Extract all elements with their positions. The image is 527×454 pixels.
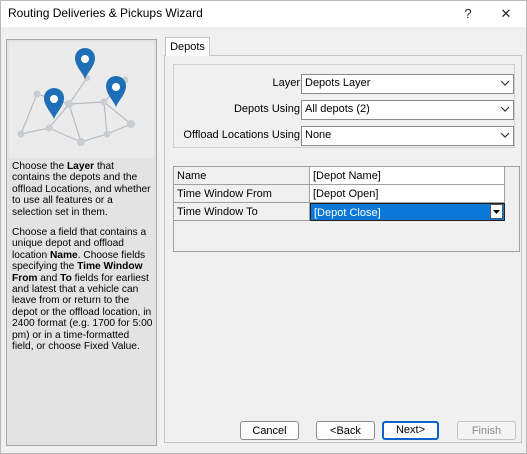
window-title: Routing Deliveries & Pickups Wizard <box>8 6 203 20</box>
cancel-button[interactable]: Cancel <box>240 421 299 440</box>
offload-value: None <box>305 129 332 141</box>
next-button[interactable]: Next> <box>382 421 439 440</box>
table-row: Name [Depot Name] <box>174 167 519 186</box>
table-row: Time Window To [Depot Close] <box>174 203 519 222</box>
layer-value: Depots Layer <box>305 77 371 89</box>
depots-tab-page: Layer Depots Layer Depots Using All depo… <box>164 55 522 443</box>
depots-using-row: Depots Using All depots (2) <box>174 100 514 120</box>
help-panel: Choose the Layer that contains the depot… <box>6 39 157 446</box>
triangle-down-icon <box>493 210 500 214</box>
back-button[interactable]: <Back <box>316 421 375 440</box>
layer-settings-group: Layer Depots Layer Depots Using All depo… <box>173 64 515 148</box>
close-button[interactable]: ✕ <box>486 1 526 27</box>
grid-value-cell[interactable]: [Depot Name] <box>310 167 505 185</box>
cell-dropdown-button[interactable] <box>490 204 503 219</box>
offload-label: Offload Locations Using <box>183 129 300 141</box>
finish-button[interactable]: Finish <box>457 421 516 440</box>
field-mapping-grid: Name [Depot Name] Time Window From [Depo… <box>173 166 520 252</box>
map-pins-network-icon <box>17 48 135 146</box>
help-button[interactable]: ? <box>448 1 488 27</box>
grid-key-cell: Time Window From <box>174 185 310 203</box>
grid-key-cell: Name <box>174 167 310 185</box>
depots-network-illustration <box>9 42 154 158</box>
offload-row: Offload Locations Using None <box>174 126 514 146</box>
offload-dropdown[interactable]: None <box>301 126 514 146</box>
layer-label: Layer <box>272 77 300 89</box>
grid-value-cell[interactable]: [Depot Open] <box>310 185 505 203</box>
layer-row: Layer Depots Layer <box>174 74 514 94</box>
grid-value-cell-selected[interactable]: [Depot Close] <box>310 203 505 221</box>
help-paragraph-layer: Choose the Layer that contains the depot… <box>12 161 151 218</box>
depots-using-dropdown[interactable]: All depots (2) <box>301 100 514 120</box>
help-paragraph-fields: Choose a field that contains a unique de… <box>12 227 153 353</box>
chevron-down-icon <box>500 132 510 138</box>
grid-key-cell: Time Window To <box>174 203 310 221</box>
wizard-window: Routing Deliveries & Pickups Wizard ? ✕ <box>0 0 527 454</box>
layer-dropdown[interactable]: Depots Layer <box>301 74 514 94</box>
tab-depots[interactable]: Depots <box>165 37 210 56</box>
help-text: Choose the Layer that contains the depot… <box>12 161 153 362</box>
depots-using-value: All depots (2) <box>305 103 370 115</box>
table-row: Time Window From [Depot Open] <box>174 185 519 204</box>
wizard-body: Choose the Layer that contains the depot… <box>1 28 526 453</box>
chevron-down-icon <box>500 106 510 112</box>
chevron-down-icon <box>500 80 510 86</box>
title-bar: Routing Deliveries & Pickups Wizard ? ✕ <box>1 1 526 27</box>
depots-using-label: Depots Using <box>233 103 300 115</box>
